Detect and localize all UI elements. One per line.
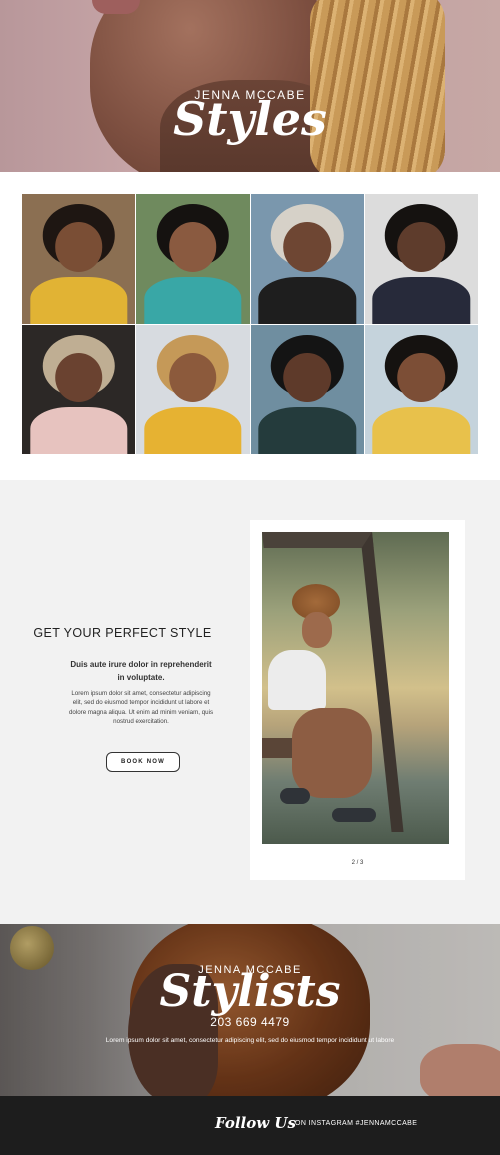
gallery-image[interactable] [22, 324, 136, 454]
instagram-link[interactable]: ON INSTAGRAM #JENNAMCCABE [295, 1120, 417, 1127]
style-gallery [22, 194, 478, 454]
gallery-image[interactable] [364, 194, 478, 324]
hero-model-lips [92, 0, 140, 14]
gallery-image[interactable] [136, 194, 250, 324]
gallery-image[interactable] [364, 324, 478, 454]
gallery-image[interactable] [250, 324, 364, 454]
stylists-title: Stylists [159, 966, 341, 1017]
phone-number[interactable]: 203 669 4479 [0, 1015, 500, 1029]
slider-photo[interactable] [262, 532, 449, 844]
book-now-button[interactable]: BOOK NOW [106, 752, 180, 772]
stylists-banner: JENNA MCCABE Stylists 203 669 4479 Lorem… [0, 924, 500, 1096]
section-title: GET YOUR PERFECT STYLE [33, 626, 212, 640]
perfect-style-section: GET YOUR PERFECT STYLE Duis aute irure d… [0, 480, 500, 924]
hero-model-braids [310, 0, 445, 172]
gallery-image[interactable] [22, 194, 136, 324]
stylists-body-text: Lorem ipsum dolor sit amet, consectetur … [105, 1037, 395, 1044]
section-lead-text: Duis aute irure dolor in reprehenderit i… [70, 660, 212, 682]
hero-banner: JENNA MCCABE Styles [0, 0, 500, 172]
follow-us-label: Follow Us [215, 1114, 296, 1132]
section-body-text: Lorem ipsum dolor sit amet, consectetur … [68, 690, 214, 726]
image-slider-card: 2 / 3 [250, 520, 465, 880]
hero-title: Styles [173, 92, 327, 146]
slider-pager: 2 / 3 [351, 860, 364, 866]
gallery-image[interactable] [136, 324, 250, 454]
gallery-image[interactable] [250, 194, 364, 324]
footer: Follow Us ON INSTAGRAM #JENNAMCCABE [0, 1096, 500, 1155]
